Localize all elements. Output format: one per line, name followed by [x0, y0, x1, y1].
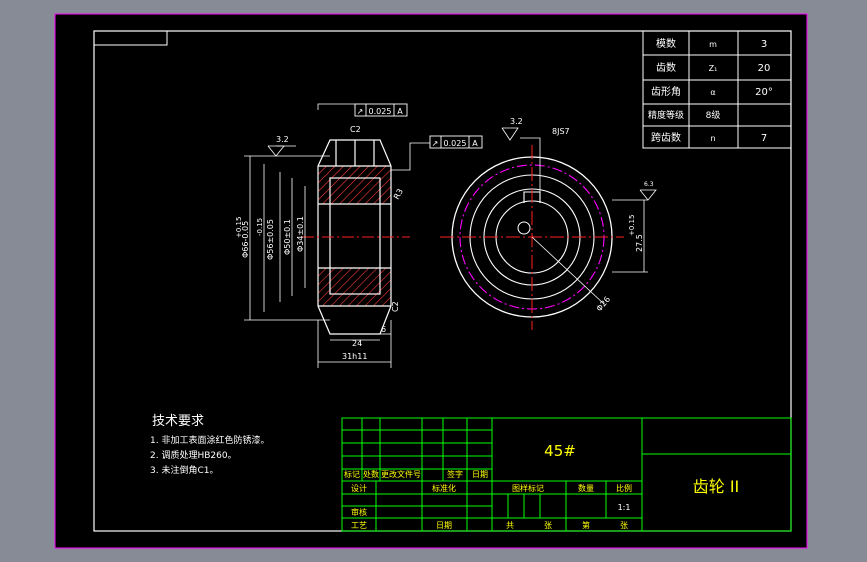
tb-date2: 日期: [436, 521, 452, 530]
bore-label: 27.5: [635, 234, 644, 252]
tolerance-top-datum: A: [397, 107, 403, 116]
tolerance-top-value: 0.025: [369, 107, 392, 116]
param-value-1: 20: [758, 63, 771, 74]
tb-sheet: 张: [544, 521, 552, 530]
param-value-4: 7: [761, 133, 767, 144]
param-name-2: 齿形角: [651, 86, 681, 98]
chamfer-top-label: C2: [350, 125, 361, 134]
param-name-0: 模数: [656, 37, 676, 50]
bore-tol-label: +0.15: [628, 215, 636, 236]
keyway-label: 8JS7: [552, 127, 570, 136]
tb-change-file: 更改文件号: [381, 469, 421, 479]
param-symbol-3: 8级: [706, 109, 721, 121]
tech-item-1: 2. 调质处理HB260。: [150, 449, 237, 461]
tb-standardize: 标准化: [432, 483, 456, 493]
dim-6-label: 6: [381, 325, 386, 334]
dim-31-label: 31h11: [342, 352, 367, 361]
param-symbol-4: n: [710, 134, 715, 143]
tb-sign: 签字: [447, 469, 463, 479]
tb-scale: 1:1: [618, 503, 631, 512]
cad-drawing-canvas: 模数 m 3 齿数 Z₁ 20 齿形角 α 20° 精度等级 8级 跨齿数 n …: [54, 13, 808, 549]
tb-date: 日期: [472, 470, 488, 479]
tb-ratio: 比例: [616, 483, 632, 493]
param-name-3: 精度等级: [648, 109, 684, 121]
param-value-2: 20°: [755, 87, 773, 98]
param-name-4: 跨齿数: [651, 131, 681, 144]
tolerance-side-value: 0.025: [444, 139, 467, 148]
dim-outer-label: Φ66-0.05: [241, 221, 250, 258]
tech-item-2: 3. 未注倒角C1。: [150, 464, 218, 476]
tb-material: 45#: [544, 442, 576, 460]
tb-drawing-mark: 图样标记: [512, 483, 544, 493]
param-name-1: 齿数: [656, 61, 676, 74]
tb-total: 共: [506, 521, 514, 530]
tb-quantity: 数量: [578, 483, 594, 493]
tb-sheet2: 张: [620, 521, 628, 530]
param-symbol-1: Z₁: [709, 64, 718, 73]
tolerance-side-symbol: ↗: [432, 139, 439, 148]
dim-pitch-tol: -0.15: [256, 218, 264, 236]
dim-hub-label: Φ34±0.1: [296, 216, 305, 252]
tb-part-name: 齿轮 II: [693, 477, 740, 496]
param-symbol-0: m: [709, 40, 717, 49]
param-symbol-2: α: [710, 88, 715, 97]
tolerance-top-symbol: ↗: [357, 107, 364, 116]
roughness-far-right-label: 6.3: [644, 181, 654, 188]
tb-count: 处数: [363, 469, 379, 479]
tb-no: 第: [582, 520, 590, 530]
dim-pitch-label: Φ56±0.05: [266, 219, 275, 260]
tb-review: 审核: [351, 507, 367, 517]
tech-title: 技术要求: [152, 414, 204, 429]
tech-item-0: 1. 非加工表面涂红色防锈漆。: [150, 434, 269, 446]
dim-24-label: 24: [352, 339, 362, 348]
chamfer-bottom-label: C2: [391, 301, 400, 312]
roughness-right-label: 3.2: [510, 117, 523, 126]
dim-root-label: Φ50±0.1: [283, 219, 292, 255]
param-value-0: 3: [761, 39, 767, 50]
tb-process: 工艺: [351, 521, 367, 530]
tolerance-side-datum: A: [472, 139, 478, 148]
roughness-left-label: 3.2: [276, 135, 289, 144]
tb-mark: 标记: [344, 469, 360, 479]
tb-design: 设计: [351, 483, 367, 493]
